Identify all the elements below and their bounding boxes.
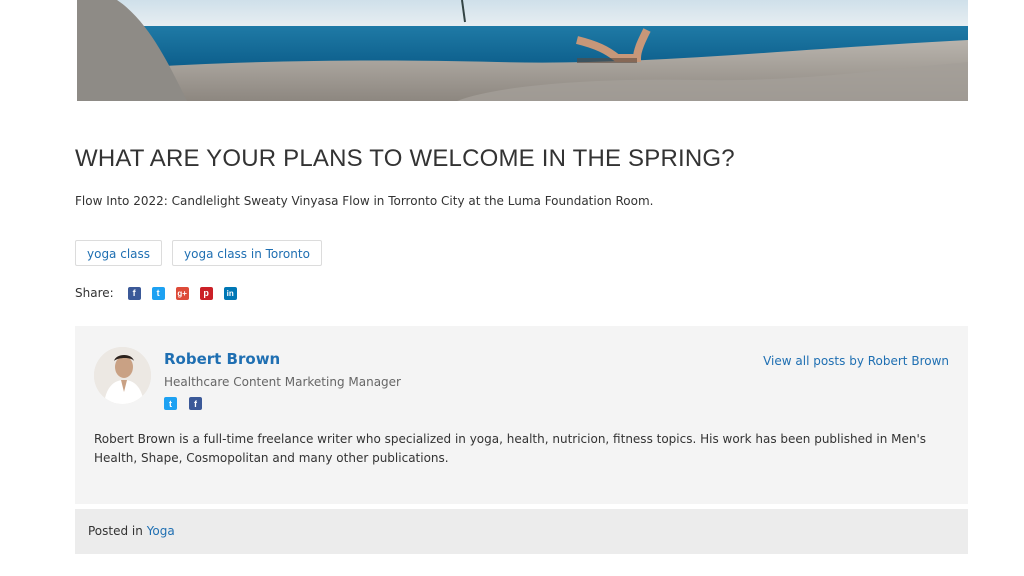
- posted-in-label: Posted in: [88, 524, 147, 538]
- share-label: Share:: [75, 286, 114, 300]
- author-bio: Robert Brown is a full-time freelance wr…: [94, 432, 927, 465]
- tag-yoga-class-in-toronto[interactable]: yoga class in Toronto: [172, 240, 322, 266]
- twitter-icon[interactable]: t: [151, 286, 165, 300]
- pinterest-icon[interactable]: p: [199, 286, 213, 300]
- author-social: t f: [164, 397, 214, 410]
- author-role: Healthcare Content Marketing Manager: [164, 375, 401, 389]
- twitter-icon[interactable]: t: [164, 397, 177, 410]
- tag-list: yoga class yoga class in Toronto: [75, 240, 322, 266]
- share-bar: Share: f t g+ p in: [75, 286, 248, 300]
- google-plus-icon[interactable]: g+: [175, 286, 189, 300]
- avatar: [94, 347, 151, 404]
- linkedin-icon[interactable]: in: [223, 286, 237, 300]
- post-title: WHAT ARE YOUR PLANS TO WELCOME IN THE SP…: [75, 145, 735, 172]
- view-all-posts-link[interactable]: View all posts by Robert Brown: [763, 354, 949, 368]
- facebook-icon[interactable]: f: [127, 286, 141, 300]
- hero-image: [77, 0, 968, 101]
- posted-in-bar: Posted in Yoga: [75, 509, 968, 554]
- tag-yoga-class[interactable]: yoga class: [75, 240, 163, 266]
- author-box: Robert Brown Healthcare Content Marketin…: [75, 326, 968, 504]
- category-link[interactable]: Yoga: [147, 524, 175, 538]
- post-subtitle: Flow Into 2022: Candlelight Sweaty Vinya…: [75, 194, 654, 208]
- author-name[interactable]: Robert Brown: [164, 350, 280, 368]
- facebook-icon[interactable]: f: [189, 397, 202, 410]
